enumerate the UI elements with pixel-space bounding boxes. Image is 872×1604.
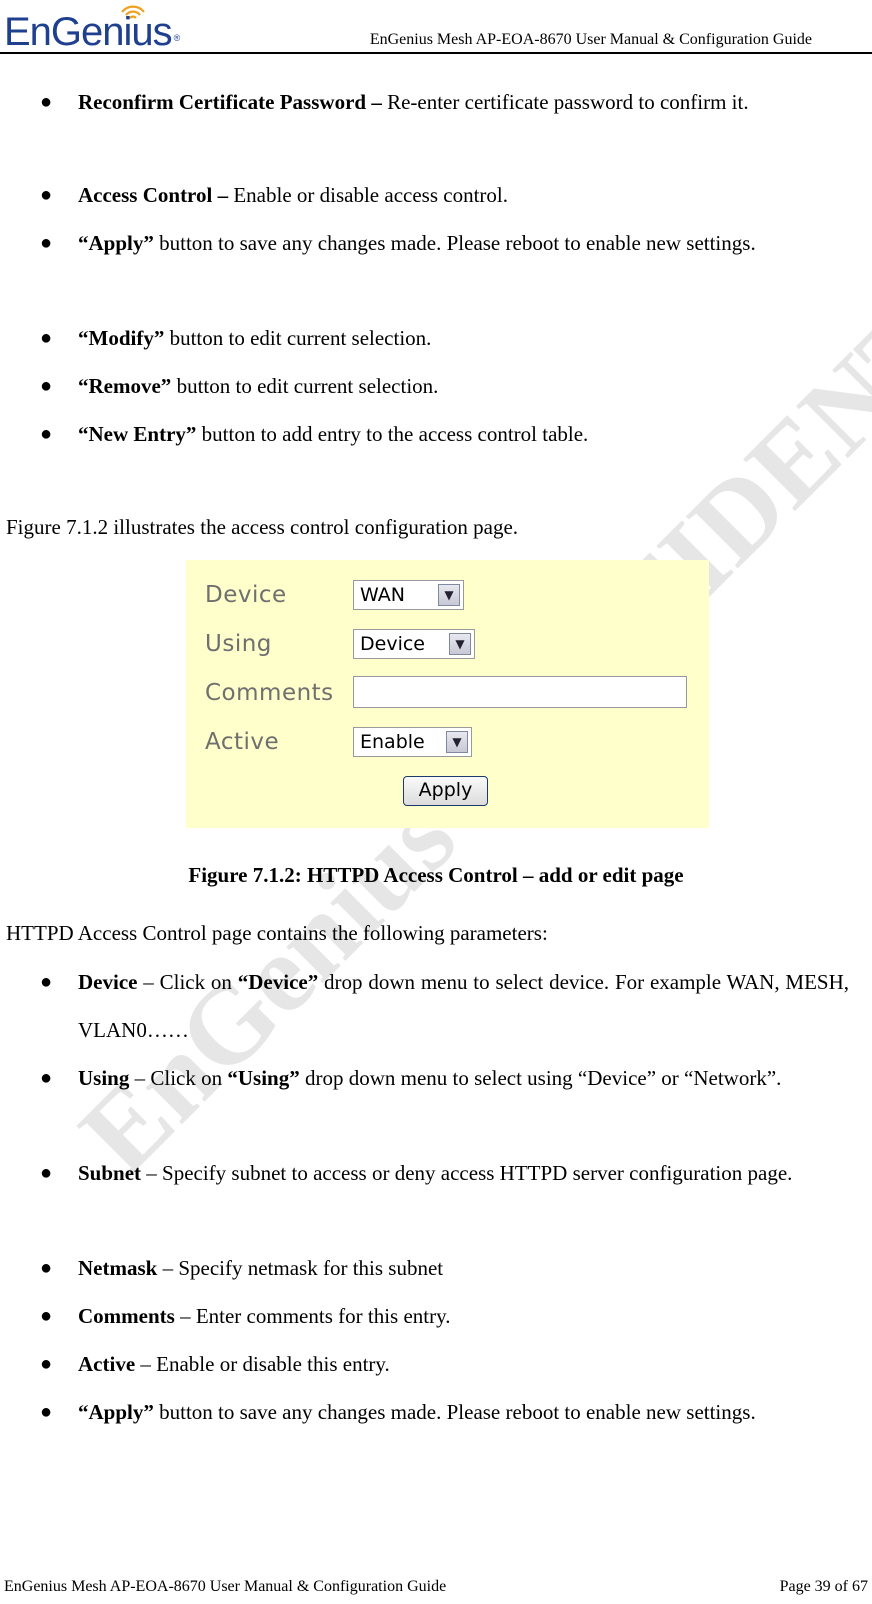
header-title: EnGenius Mesh AP-EOA-8670 User Manual & …	[369, 31, 812, 48]
figure-intro: Figure 7.1.2 illustrates the access cont…	[6, 515, 519, 539]
engenius-logo: EnGenius ®	[4, 12, 181, 52]
access-control-form-figure: Device WAN ▼ Using Device ▼ Comments Act…	[186, 560, 709, 828]
list-item: “Apply” button to save any changes made.…	[78, 1400, 756, 1424]
chevron-down-icon[interactable]: ▼	[438, 584, 460, 606]
bullet-icon: ●	[40, 91, 53, 113]
active-select[interactable]: Enable ▼	[353, 727, 472, 757]
wifi-signal-icon	[121, 5, 145, 19]
figure-caption: Figure 7.1.2: HTTPD Access Control – add…	[188, 863, 684, 887]
bullet-icon: ●	[40, 971, 53, 993]
list-item: “Modify” button to edit current selectio…	[78, 326, 432, 350]
bullet-icon: ●	[40, 1401, 53, 1423]
parameters-intro: HTTPD Access Control page contains the f…	[6, 921, 548, 945]
chevron-down-icon[interactable]: ▼	[446, 731, 468, 753]
bullet-icon: ●	[40, 1162, 53, 1184]
bullet-icon: ●	[40, 1305, 53, 1327]
footer-title: EnGenius Mesh AP-EOA-8670 User Manual & …	[4, 1578, 447, 1595]
list-item: “Remove” button to edit current selectio…	[78, 374, 439, 398]
bullet-icon: ●	[40, 232, 53, 254]
comments-label: Comments	[205, 680, 334, 706]
list-item: Netmask – Specify netmask for this subne…	[78, 1256, 444, 1280]
list-item: “New Entry” button to add entry to the a…	[78, 422, 589, 446]
device-select-value: WAN	[360, 584, 405, 606]
bullet-icon: ●	[40, 1257, 53, 1279]
bullet-icon: ●	[40, 1353, 53, 1375]
device-select[interactable]: WAN ▼	[353, 580, 464, 610]
apply-button[interactable]: Apply	[403, 776, 488, 806]
using-label: Using	[205, 631, 272, 657]
list-item: Using – Click on “Using” drop down menu …	[78, 1066, 782, 1090]
using-select-value: Device	[360, 633, 425, 655]
bullet-icon: ●	[40, 184, 53, 206]
header-divider	[0, 52, 872, 54]
comments-input[interactable]	[353, 676, 687, 708]
list-item: Reconfirm Certificate Password – Re-ente…	[78, 90, 749, 114]
list-item: Device – Click on “Device” drop down men…	[78, 970, 850, 1042]
list-item: “Apply” button to save any changes made.…	[78, 231, 756, 255]
registered-mark: ®	[173, 33, 181, 43]
list-item: Active – Enable or disable this entry.	[78, 1352, 390, 1376]
bullet-icon: ●	[40, 327, 53, 349]
active-select-value: Enable	[360, 731, 425, 753]
bullet-icon: ●	[40, 1067, 53, 1089]
active-label: Active	[205, 729, 280, 755]
bullet-icon: ●	[40, 423, 53, 445]
list-item: Comments – Enter comments for this entry…	[78, 1304, 451, 1328]
chevron-down-icon[interactable]: ▼	[449, 633, 471, 655]
list-item: Subnet – Specify subnet to access or den…	[78, 1161, 793, 1185]
using-select[interactable]: Device ▼	[353, 629, 475, 659]
list-item: Access Control – Enable or disable acces…	[78, 183, 508, 207]
device-label: Device	[205, 582, 287, 608]
page-number: Page 39 of 67	[779, 1578, 868, 1595]
page-header: EnGenius ® EnGenius Mesh AP-EOA-8670 User…	[0, 0, 872, 56]
bullet-icon: ●	[40, 375, 53, 397]
